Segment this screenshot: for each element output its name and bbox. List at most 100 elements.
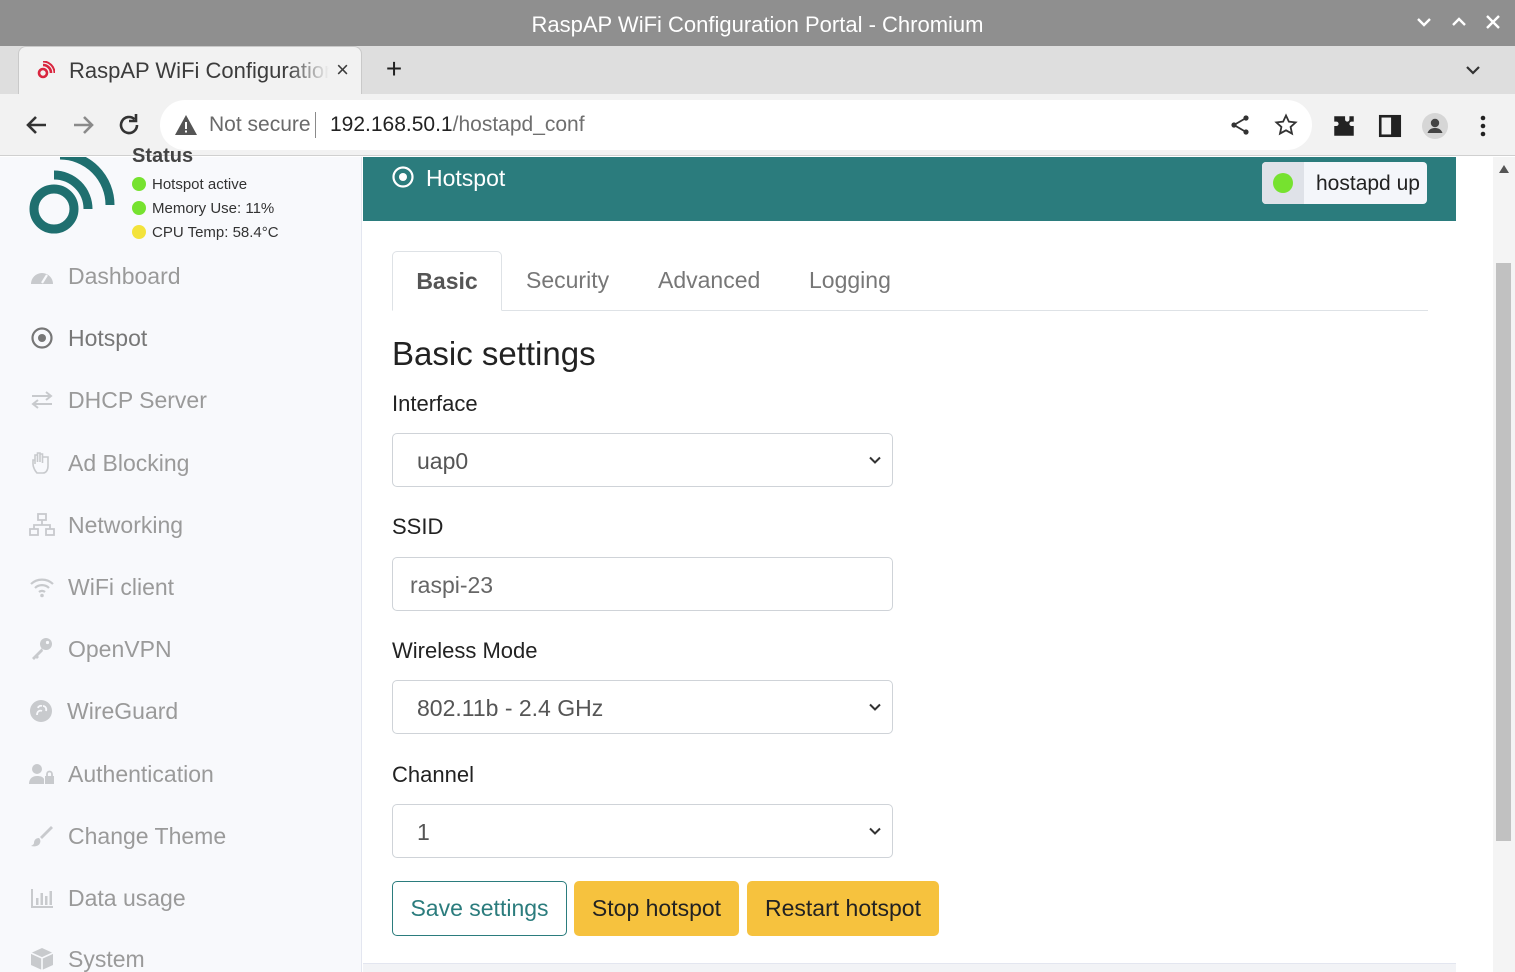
card-footer-edge [363, 963, 1456, 972]
window-title: RaspAP WiFi Configuration Portal - Chrom… [531, 12, 984, 37]
status-ok-dot-icon [1273, 173, 1293, 193]
status-heading: Status [132, 145, 194, 167]
profile-avatar-icon[interactable] [1422, 113, 1448, 139]
maximize-icon[interactable] [1447, 10, 1471, 34]
sidebar-item-dashboard[interactable]: Dashboard [0, 251, 361, 301]
channel-select[interactable]: 1 [392, 804, 893, 858]
share-icon[interactable] [1228, 113, 1252, 137]
scrollbar-thumb[interactable] [1496, 263, 1511, 841]
close-window-icon[interactable] [1481, 10, 1505, 34]
restart-hotspot-button[interactable]: Restart hotspot [747, 881, 939, 936]
sidebar-item-openvpn[interactable]: OpenVPN [0, 624, 361, 674]
sidebar-item-label: Change Theme [68, 823, 227, 849]
address-bar[interactable]: Not secure 192.168.50.1/hostapd_conf [160, 100, 1312, 150]
url-text[interactable]: 192.168.50.1/hostapd_conf [330, 113, 585, 137]
tachometer-icon [31, 273, 53, 284]
sidebar-item-ad-blocking[interactable]: Ad Blocking [0, 438, 361, 488]
dot-circle-icon [392, 166, 414, 188]
reload-icon[interactable] [114, 110, 144, 140]
tab-search-icon[interactable] [1461, 58, 1485, 82]
bookmark-star-icon[interactable] [1274, 113, 1298, 137]
network-wired-icon [29, 513, 55, 536]
status-hotspot-text: Hotspot active [152, 176, 248, 193]
cube-icon [30, 948, 54, 970]
ssid-label: SSID [392, 514, 444, 539]
paint-brush-icon [31, 826, 53, 847]
save-settings-button[interactable]: Save settings [392, 881, 567, 936]
browser-toolbar: Not secure 192.168.50.1/hostapd_conf [0, 94, 1515, 156]
status-memory-text: Memory Use: 11% [152, 200, 275, 217]
status-ok-dot-icon [132, 201, 146, 215]
badge-indicator [1262, 162, 1304, 204]
tab-security[interactable]: Security [526, 251, 609, 311]
badge-text: hostapd up [1316, 172, 1420, 195]
sidebar-item-label: DHCP Server [68, 387, 207, 413]
sidebar-item-data-usage[interactable]: Data usage [0, 873, 361, 923]
page-scrollbar[interactable] [1493, 157, 1515, 972]
channel-value: 1 [417, 819, 430, 845]
ssid-input[interactable]: raspi-23 [392, 557, 893, 611]
card-header: Hotspot hostapd up [363, 157, 1456, 221]
sidebar-item-label: WireGuard [67, 698, 179, 724]
wireless-mode-label: Wireless Mode [392, 638, 538, 663]
sidebar-item-label: System [68, 946, 145, 972]
interface-value: uap0 [417, 448, 469, 474]
sidebar-item-wireguard[interactable]: WireGuard [0, 686, 361, 736]
minimize-icon[interactable] [1412, 10, 1436, 34]
chevron-down-icon [869, 456, 881, 464]
sidebar-item-label: Authentication [68, 761, 214, 787]
side-panel-icon[interactable] [1377, 113, 1403, 139]
sidebar-item-label: Dashboard [68, 263, 181, 289]
sidebar-item-dhcp-server[interactable]: DHCP Server [0, 375, 361, 425]
sidebar-item-label: OpenVPN [68, 636, 172, 662]
security-status[interactable]: Not secure [209, 113, 311, 137]
tab-basic[interactable]: Basic [392, 251, 502, 311]
forward-arrow-icon[interactable] [68, 110, 98, 140]
sidebar-item-hotspot[interactable]: Hotspot [0, 313, 361, 363]
url-host: 192.168.50.1 [330, 113, 453, 136]
wireless-mode-select[interactable]: 802.11b - 2.4 GHz [392, 680, 893, 734]
status-warn-dot-icon [132, 225, 146, 239]
interface-select[interactable]: uap0 [392, 433, 893, 487]
sidebar-item-authentication[interactable]: Authentication [0, 749, 361, 799]
raspap-favicon-icon [37, 61, 55, 79]
tab-logging[interactable]: Logging [809, 251, 891, 311]
sidebar-item-change-theme[interactable]: Change Theme [0, 811, 361, 861]
card-title: Hotspot [426, 165, 506, 191]
settings-tabs: Basic Security Advanced Logging [392, 251, 1428, 311]
tab-close-icon[interactable]: × [336, 57, 349, 83]
channel-label: Channel [392, 762, 474, 787]
sidebar-item-networking[interactable]: Networking [0, 500, 361, 550]
web-page: Status Hotspot active Memory Use: 11% CP… [0, 145, 1515, 972]
new-tab-button[interactable]: + [380, 54, 408, 84]
sidebar-item-label: WiFi client [68, 574, 175, 600]
section-title: Basic settings [392, 335, 596, 372]
hostapd-status-badge: hostapd up [1262, 162, 1427, 204]
warning-triangle-icon[interactable] [174, 113, 198, 137]
tab-strip: RaspAP WiFi Configuration Portal × + [0, 46, 1515, 94]
address-separator [315, 112, 316, 138]
status-memory: Memory Use: 11% [132, 199, 274, 219]
sidebar-item-system[interactable]: System [0, 934, 361, 972]
browser-menu-kebab-icon[interactable] [1470, 113, 1496, 139]
sidebar: Status Hotspot active Memory Use: 11% CP… [0, 145, 362, 972]
window-titlebar: RaspAP WiFi Configuration Portal - Chrom… [0, 0, 1515, 46]
sidebar-item-wifi-client[interactable]: WiFi client [0, 562, 361, 612]
status-cpu-temp-text: CPU Temp: 58.4°C [152, 224, 279, 241]
browser-tab-title: RaspAP WiFi Configuration Portal [69, 58, 329, 83]
dot-circle-icon [31, 327, 53, 349]
wifi-icon [30, 578, 54, 598]
back-arrow-icon[interactable] [22, 110, 52, 140]
url-path: /hostapd_conf [452, 113, 585, 136]
status-ok-dot-icon [132, 177, 146, 191]
scroll-up-arrow-icon[interactable] [1499, 165, 1509, 173]
wireguard-dragon-icon [30, 700, 52, 722]
hotspot-card: Hotspot hostapd up Basic Security Advanc… [363, 157, 1456, 972]
chevron-down-icon [869, 703, 881, 711]
extensions-puzzle-icon[interactable] [1331, 113, 1357, 139]
status-cpu-temp: CPU Temp: 58.4°C [132, 223, 279, 243]
exchange-arrows-icon [31, 391, 53, 409]
browser-tab[interactable]: RaspAP WiFi Configuration Portal × [18, 46, 362, 94]
tab-advanced[interactable]: Advanced [658, 251, 760, 311]
stop-hotspot-button[interactable]: Stop hotspot [574, 881, 739, 936]
